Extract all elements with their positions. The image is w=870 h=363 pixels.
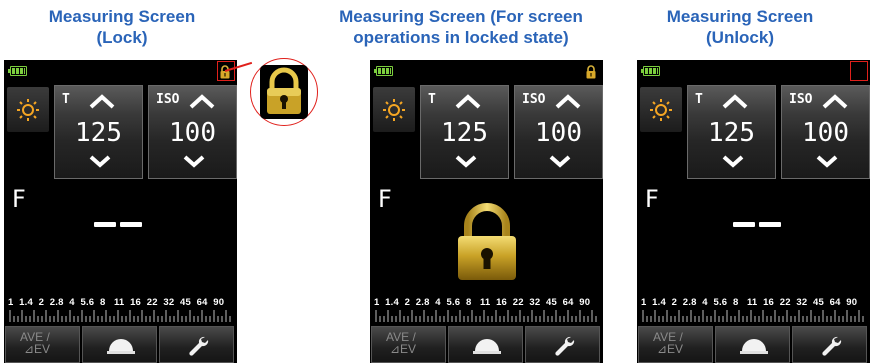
shutter-speed-dial: T 125: [54, 85, 143, 179]
t-down-arrow-icon[interactable]: [721, 154, 745, 168]
iso-down-arrow-icon[interactable]: [815, 154, 839, 168]
iso-label: ISO: [522, 92, 546, 107]
ave-ev-button[interactable]: AVE / ⊿EV: [371, 326, 446, 363]
lock-icon[interactable]: [585, 65, 597, 79]
iso-dial: ISO 100: [148, 85, 237, 179]
t-up-arrow-icon[interactable]: [453, 93, 483, 111]
iso-value: 100: [535, 118, 582, 148]
f-label: F: [12, 185, 26, 213]
panel-title-locked-ops: Measuring Screen (For screen operations …: [330, 6, 592, 48]
aperture-scale: 1 1.4 2 2.8 4 5.6 8 11 16 22 32 45 64 90: [8, 297, 225, 308]
title-line: (Unlock): [706, 28, 774, 47]
aperture-dash: [733, 222, 755, 227]
t-value: 125: [708, 118, 755, 148]
measuring-mode-button[interactable]: [7, 87, 49, 132]
shutter-speed-dial: T 125: [687, 85, 776, 179]
iso-value: 100: [169, 118, 216, 148]
settings-button[interactable]: [525, 326, 600, 363]
sun-icon: [383, 99, 405, 121]
dome-icon: [740, 339, 768, 354]
iso-dial: ISO 100: [781, 85, 870, 179]
title-line: operations in locked state): [353, 28, 569, 47]
measuring-screen-unlock: T 125 ISO 100 F 1 1.4 2 2.8 4 5.6 8 11 1…: [637, 60, 870, 363]
measuring-screen-locked-ops: T 125 ISO 100 F 1 1.4 2 2.8 4 5.6 8 11 1…: [370, 60, 603, 363]
shutter-speed-dial: T 125: [420, 85, 509, 179]
ave-label: AVE / ⊿EV: [653, 331, 683, 355]
wrench-icon: [189, 336, 209, 356]
lock-zoom-callout: [250, 58, 318, 126]
aperture-scale: 1 1.4 2 2.8 4 5.6 8 11 16 22 32 45 64 90: [374, 297, 591, 308]
iso-label: ISO: [789, 92, 813, 107]
bottom-bar: AVE / ⊿EV: [370, 325, 603, 363]
scale-ticks: [9, 310, 231, 322]
lock-icon[interactable]: [219, 65, 231, 79]
title-line: Measuring Screen: [666, 7, 814, 26]
title-line: Measuring Screen (For screen: [339, 7, 583, 26]
ave-label: AVE / ⊿EV: [386, 331, 416, 355]
ave-label: AVE / ⊿EV: [20, 331, 50, 355]
iso-dial: ISO 100: [514, 85, 603, 179]
iso-label: ISO: [156, 92, 180, 107]
measuring-mode-button[interactable]: [640, 87, 682, 132]
ev-line: ⊿EV: [24, 342, 51, 356]
title-line: Measuring Screen: [48, 7, 196, 26]
t-value: 125: [75, 118, 122, 148]
title-line: (Lock): [96, 28, 148, 47]
iso-down-arrow-icon[interactable]: [182, 154, 206, 168]
measuring-mode-button[interactable]: [373, 87, 415, 132]
battery-icon: [641, 66, 660, 76]
iso-up-arrow-icon[interactable]: [187, 93, 217, 111]
aperture-scale: 1 1.4 2 2.8 4 5.6 8 11 16 22 32 45 64 90: [641, 297, 858, 308]
lock-highlight-frame[interactable]: [850, 61, 868, 81]
receptor-button[interactable]: [715, 326, 790, 363]
f-label: F: [645, 185, 659, 213]
t-label: T: [62, 92, 70, 107]
t-up-arrow-icon[interactable]: [720, 93, 750, 111]
ave-ev-button[interactable]: AVE / ⊿EV: [5, 326, 80, 363]
iso-up-arrow-icon[interactable]: [820, 93, 850, 111]
dome-icon: [107, 339, 135, 354]
bottom-bar: AVE / ⊿EV: [637, 325, 870, 363]
t-down-arrow-icon[interactable]: [454, 154, 478, 168]
panel-title-lock: Measuring Screen (Lock): [2, 6, 242, 48]
iso-up-arrow-icon[interactable]: [553, 93, 583, 111]
ev-line: ⊿EV: [657, 342, 684, 356]
receptor-button[interactable]: [448, 326, 523, 363]
battery-icon: [374, 66, 393, 76]
scale-ticks: [375, 310, 597, 322]
t-label: T: [695, 92, 703, 107]
ave-ev-button[interactable]: AVE / ⊿EV: [638, 326, 713, 363]
settings-button[interactable]: [159, 326, 234, 363]
dome-icon: [473, 339, 501, 354]
aperture-dash: [94, 222, 116, 227]
iso-value: 100: [802, 118, 849, 148]
f-label: F: [378, 185, 392, 213]
wrench-icon: [555, 336, 575, 356]
sun-icon: [650, 99, 672, 121]
settings-button[interactable]: [792, 326, 867, 363]
iso-down-arrow-icon[interactable]: [548, 154, 572, 168]
lock-icon: [458, 203, 516, 280]
t-label: T: [428, 92, 436, 107]
settings-row: T 125 ISO 100: [637, 85, 870, 180]
settings-row: T 125 ISO 100: [370, 85, 603, 180]
lock-icon: [260, 65, 308, 119]
t-up-arrow-icon[interactable]: [87, 93, 117, 111]
aperture-dash: [759, 222, 781, 227]
scale-ticks: [642, 310, 864, 322]
aperture-dash: [120, 222, 142, 227]
receptor-button[interactable]: [82, 326, 157, 363]
panel-title-unlock: Measuring Screen (Unlock): [610, 6, 870, 48]
battery-icon: [8, 66, 27, 76]
ev-line: ⊿EV: [390, 342, 417, 356]
t-down-arrow-icon[interactable]: [88, 154, 112, 168]
t-value: 125: [441, 118, 488, 148]
measuring-screen-lock: T 125 ISO 100 F 1 1.4 2 2.8 4 5.6 8 11 1…: [4, 60, 237, 363]
settings-row: T 125 ISO 100: [4, 85, 237, 180]
wrench-icon: [822, 336, 842, 356]
bottom-bar: AVE / ⊿EV: [4, 325, 237, 363]
sun-icon: [17, 99, 39, 121]
